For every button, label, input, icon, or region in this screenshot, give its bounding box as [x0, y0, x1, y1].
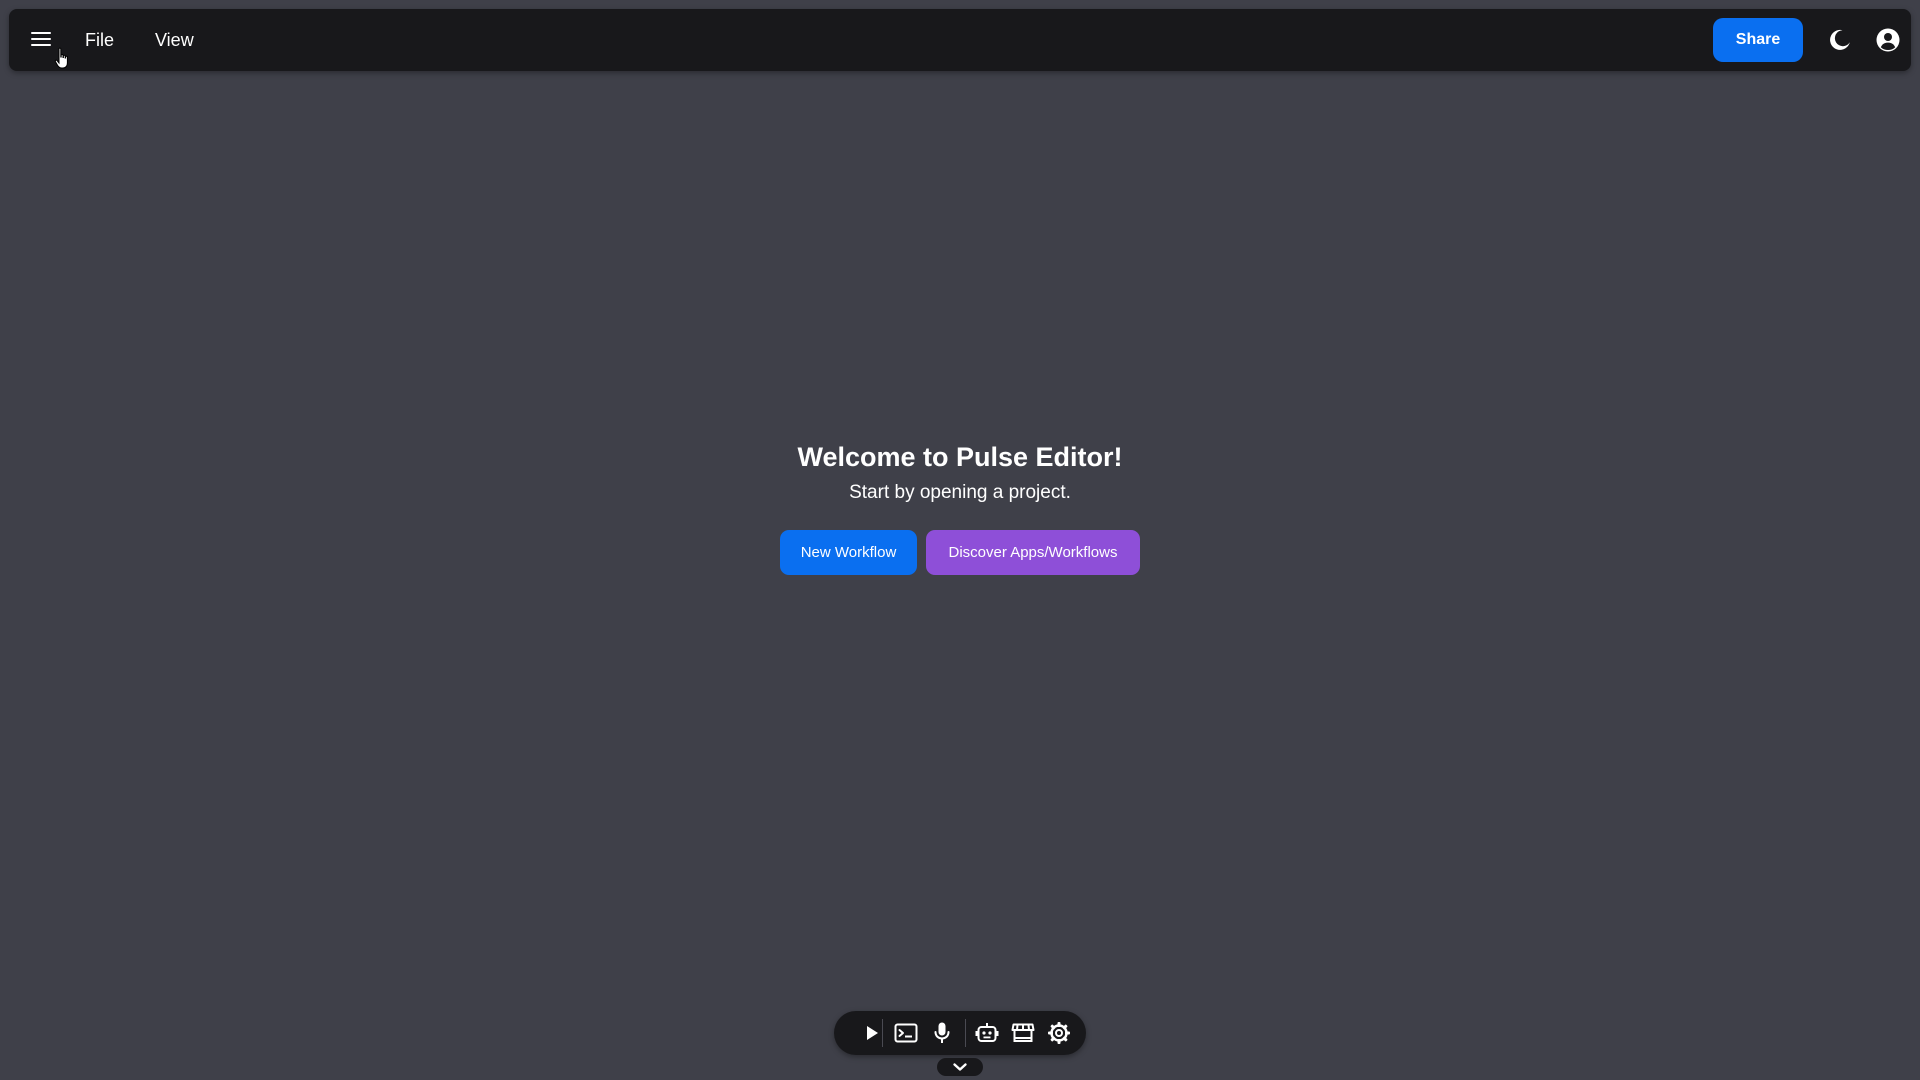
share-button[interactable]: Share — [1713, 18, 1803, 62]
welcome-panel: Welcome to Pulse Editor! Start by openin… — [0, 440, 1920, 575]
app-window: File View Share Welcome to Pulse Editor!… — [0, 0, 1920, 1080]
robot-icon — [975, 1023, 999, 1042]
settings-button[interactable] — [1047, 1021, 1071, 1045]
moon-icon — [1830, 29, 1850, 50]
terminal-button[interactable] — [894, 1021, 918, 1045]
welcome-subtitle: Start by opening a project. — [849, 482, 1071, 503]
agent-button[interactable] — [975, 1021, 999, 1045]
store-icon — [1011, 1023, 1035, 1042]
microphone-icon — [934, 1022, 950, 1043]
file-menu[interactable]: File — [85, 28, 114, 52]
voice-input-button[interactable] — [930, 1021, 954, 1045]
toolbar-collapse-button[interactable] — [937, 1058, 983, 1076]
view-menu[interactable]: View — [155, 28, 194, 52]
toolbar-separator — [882, 1019, 883, 1047]
welcome-title: Welcome to Pulse Editor! — [797, 442, 1123, 472]
theme-toggle-button[interactable] — [1827, 27, 1853, 53]
marketplace-button[interactable] — [1011, 1021, 1035, 1045]
new-workflow-button[interactable]: New Workflow — [780, 530, 917, 575]
toolbar-separator — [965, 1019, 966, 1047]
welcome-actions: New Workflow Discover Apps/Workflows — [0, 530, 1920, 575]
discover-apps-workflows-button[interactable]: Discover Apps/Workflows — [926, 530, 1140, 575]
hamburger-menu-button[interactable] — [29, 27, 53, 51]
run-button[interactable] — [860, 1021, 884, 1045]
top-navigation-bar: File View Share — [9, 9, 1911, 71]
account-button[interactable] — [1875, 27, 1901, 53]
gear-icon — [1048, 1022, 1070, 1044]
chevron-down-icon — [953, 1063, 967, 1071]
play-icon — [867, 1026, 878, 1040]
hamburger-menu-icon — [31, 32, 51, 46]
terminal-icon — [894, 1023, 918, 1043]
bottom-toolbar — [834, 1011, 1086, 1055]
user-circle-icon — [1876, 28, 1900, 52]
